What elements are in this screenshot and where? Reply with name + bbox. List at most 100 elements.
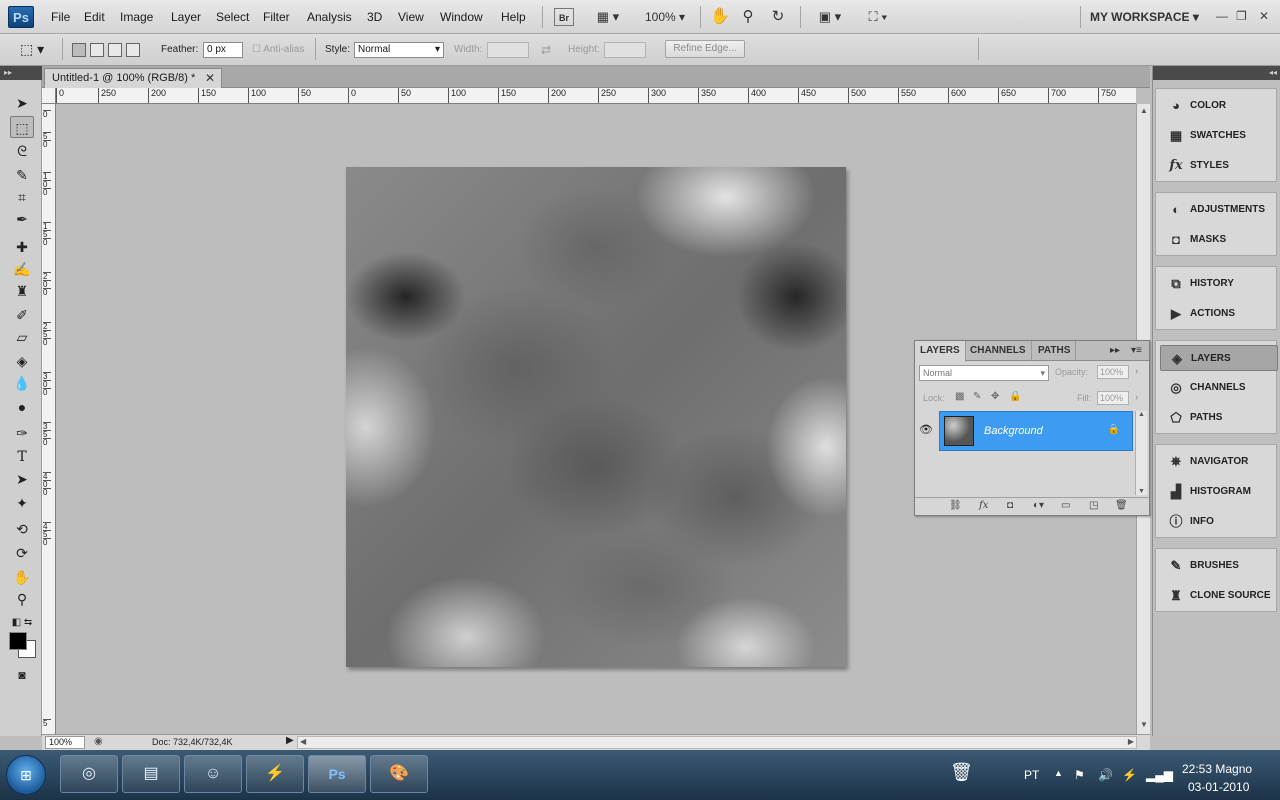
brush-tool-icon[interactable]: ✍ <box>10 258 34 280</box>
add-to-selection-icon[interactable] <box>90 43 104 57</box>
status-info-icon[interactable]: ◉ <box>94 736 103 747</box>
custom-shape-tool-icon[interactable]: ✦ <box>10 492 34 514</box>
opacity-input[interactable]: 100% <box>1097 365 1129 379</box>
3d-orbit-tool-icon[interactable]: ⟳ <box>10 542 34 564</box>
move-tool-icon[interactable]: ➤ <box>10 92 34 114</box>
panel-layers[interactable]: ◈ LAYERS <box>1160 345 1278 371</box>
blur-tool-icon[interactable]: 💧 <box>10 372 34 394</box>
panel-styles[interactable]: fx STYLES <box>1160 153 1278 179</box>
start-button[interactable]: ⊞ <box>6 755 46 795</box>
language-indicator[interactable]: PT <box>1024 768 1039 782</box>
panel-adjustments[interactable]: ◐ ADJUSTMENTS <box>1160 197 1278 223</box>
intersect-selection-icon[interactable] <box>126 43 140 57</box>
lock-all-icon[interactable]: 🔒 <box>1009 391 1021 402</box>
menu-view[interactable]: View <box>398 10 424 24</box>
add-mask-icon[interactable]: ◘ <box>1007 500 1013 511</box>
horizontal-scrollbar[interactable]: ◀ ▶ <box>297 736 1137 749</box>
screen-mode-icon[interactable]: ⛶ ▾ <box>860 8 896 26</box>
scroll-right-icon[interactable]: ▶ <box>1128 737 1134 746</box>
hand-tool-icon[interactable]: ✋ <box>10 566 34 588</box>
path-selection-tool-icon[interactable]: ➤ <box>10 468 34 490</box>
scroll-left-icon[interactable]: ◀ <box>300 737 306 746</box>
new-selection-icon[interactable] <box>72 43 86 57</box>
dodge-tool-icon[interactable]: ● <box>10 396 34 418</box>
taskbar-app-messenger-icon[interactable]: ☺ <box>184 755 242 793</box>
taskbar-app-explorer-icon[interactable]: ▤ <box>122 755 180 793</box>
taskbar-app-photoshop-icon[interactable]: Ps <box>308 755 366 793</box>
panel-history[interactable]: ⧉ HISTORY <box>1160 271 1278 297</box>
style-select[interactable]: Normal ▾ <box>354 42 444 58</box>
zoom-level-menu[interactable]: 100% ▾ <box>640 8 690 26</box>
workspace-switcher[interactable]: MY WORKSPACE ▾ <box>1090 10 1199 24</box>
feather-input[interactable]: 0 px <box>203 42 243 58</box>
panel-channels[interactable]: ◎ CHANNELS <box>1160 375 1278 401</box>
status-menu-arrow-icon[interactable]: ▶ <box>286 735 294 746</box>
menu-image[interactable]: Image <box>120 10 153 24</box>
close-icon[interactable]: ✕ <box>205 69 215 88</box>
layers-scrollbar[interactable]: ▲ ▼ <box>1135 411 1147 495</box>
tab-layers[interactable]: LAYERS <box>915 341 966 362</box>
blend-mode-select[interactable]: Normal ▾ <box>919 365 1049 381</box>
new-adjustment-layer-icon[interactable]: ◐▾ <box>1033 500 1044 511</box>
clock-time[interactable]: 22:53 Magno <box>1182 762 1252 776</box>
lock-position-icon[interactable]: ✥ <box>991 391 999 402</box>
lock-transparency-icon[interactable]: ▩ <box>955 391 964 402</box>
view-extras-icon[interactable]: ▦ ▾ <box>590 8 626 26</box>
crop-tool-icon[interactable]: ⌗ <box>10 186 34 208</box>
clone-stamp-tool-icon[interactable]: ♜ <box>10 280 34 302</box>
eraser-tool-icon[interactable]: ▱ <box>10 326 34 348</box>
lasso-tool-icon[interactable]: ᘓ <box>10 140 34 162</box>
menu-select[interactable]: Select <box>216 10 249 24</box>
delete-layer-icon[interactable]: 🗑 <box>1115 500 1128 511</box>
history-brush-tool-icon[interactable]: ✐ <box>10 304 34 326</box>
power-icon[interactable]: ⚡ <box>1122 768 1137 782</box>
taskbar-app-tool-icon[interactable]: ⚡ <box>246 755 304 793</box>
new-group-icon[interactable]: ▭ <box>1061 500 1070 511</box>
panel-menu-icon[interactable]: ▾≡ <box>1131 345 1142 356</box>
panel-actions[interactable]: ▶ ACTIONS <box>1160 301 1278 327</box>
menu-edit[interactable]: Edit <box>84 10 105 24</box>
zoom-level-field[interactable]: 100% <box>45 736 85 749</box>
dock-collapse-icon[interactable]: ◂◂ <box>1153 66 1280 80</box>
new-layer-icon[interactable]: ◳ <box>1089 500 1098 511</box>
tab-paths[interactable]: PATHS <box>1033 341 1077 361</box>
quick-mask-icon[interactable]: ◙ <box>10 664 34 686</box>
menu-layer[interactable]: Layer <box>171 10 201 24</box>
menu-help[interactable]: Help <box>501 10 526 24</box>
refine-edge-button[interactable]: Refine Edge... <box>665 40 745 58</box>
quick-selection-tool-icon[interactable]: ✎ <box>10 164 34 186</box>
hand-tool-icon[interactable]: ✋ <box>710 8 730 26</box>
close-icon[interactable]: ✕ <box>1259 9 1269 23</box>
clock-date[interactable]: 03-01-2010 <box>1188 780 1249 794</box>
collapse-panel-icon[interactable]: ▸▸ <box>1110 345 1120 356</box>
menu-analysis[interactable]: Analysis <box>307 10 352 24</box>
healing-brush-tool-icon[interactable]: ✚ <box>10 236 34 258</box>
layer-row-background[interactable]: Background 🔒 <box>939 411 1133 451</box>
tools-panel-collapse-icon[interactable]: ▸▸ <box>0 66 42 80</box>
opacity-arrow-icon[interactable]: › <box>1135 366 1138 377</box>
zoom-tool-icon[interactable]: ⚲ <box>738 8 758 26</box>
zoom-tool-icon[interactable]: ⚲ <box>10 588 34 610</box>
tab-channels[interactable]: CHANNELS <box>965 341 1032 361</box>
panel-info[interactable]: ⓘ INFO <box>1160 509 1278 535</box>
scroll-up-icon[interactable]: ▲ <box>1138 411 1145 418</box>
bridge-button[interactable]: Br <box>554 8 574 26</box>
default-colors-icon[interactable]: ◧ ⇆ <box>10 612 34 634</box>
restore-icon[interactable]: ❐ <box>1236 9 1247 23</box>
panel-color[interactable]: ◕ COLOR <box>1160 93 1278 119</box>
arrange-documents-icon[interactable]: ▣ ▾ <box>812 8 848 26</box>
panel-brushes[interactable]: ✎ BRUSHES <box>1160 553 1278 579</box>
panel-clone-source[interactable]: ♜ CLONE SOURCE <box>1160 583 1278 609</box>
foreground-color-swatch[interactable] <box>9 632 27 650</box>
pen-tool-icon[interactable]: ✑ <box>10 422 34 444</box>
menu-filter[interactable]: Filter <box>263 10 290 24</box>
lock-pixels-icon[interactable]: ✎ <box>973 391 981 402</box>
recycle-bin-icon[interactable]: 🗑 <box>950 762 973 783</box>
panel-histogram[interactable]: ▟ HISTOGRAM <box>1160 479 1278 505</box>
panel-swatches[interactable]: ▦ SWATCHES <box>1160 123 1278 149</box>
taskbar-app-paint-icon[interactable]: 🎨 <box>370 755 428 793</box>
network-signal-icon[interactable]: ▂▄▆ <box>1146 768 1173 782</box>
menu-3d[interactable]: 3D <box>367 10 382 24</box>
taskbar-app-browser-icon[interactable]: ◎ <box>60 755 118 793</box>
volume-icon[interactable]: 🔊 <box>1098 768 1113 782</box>
